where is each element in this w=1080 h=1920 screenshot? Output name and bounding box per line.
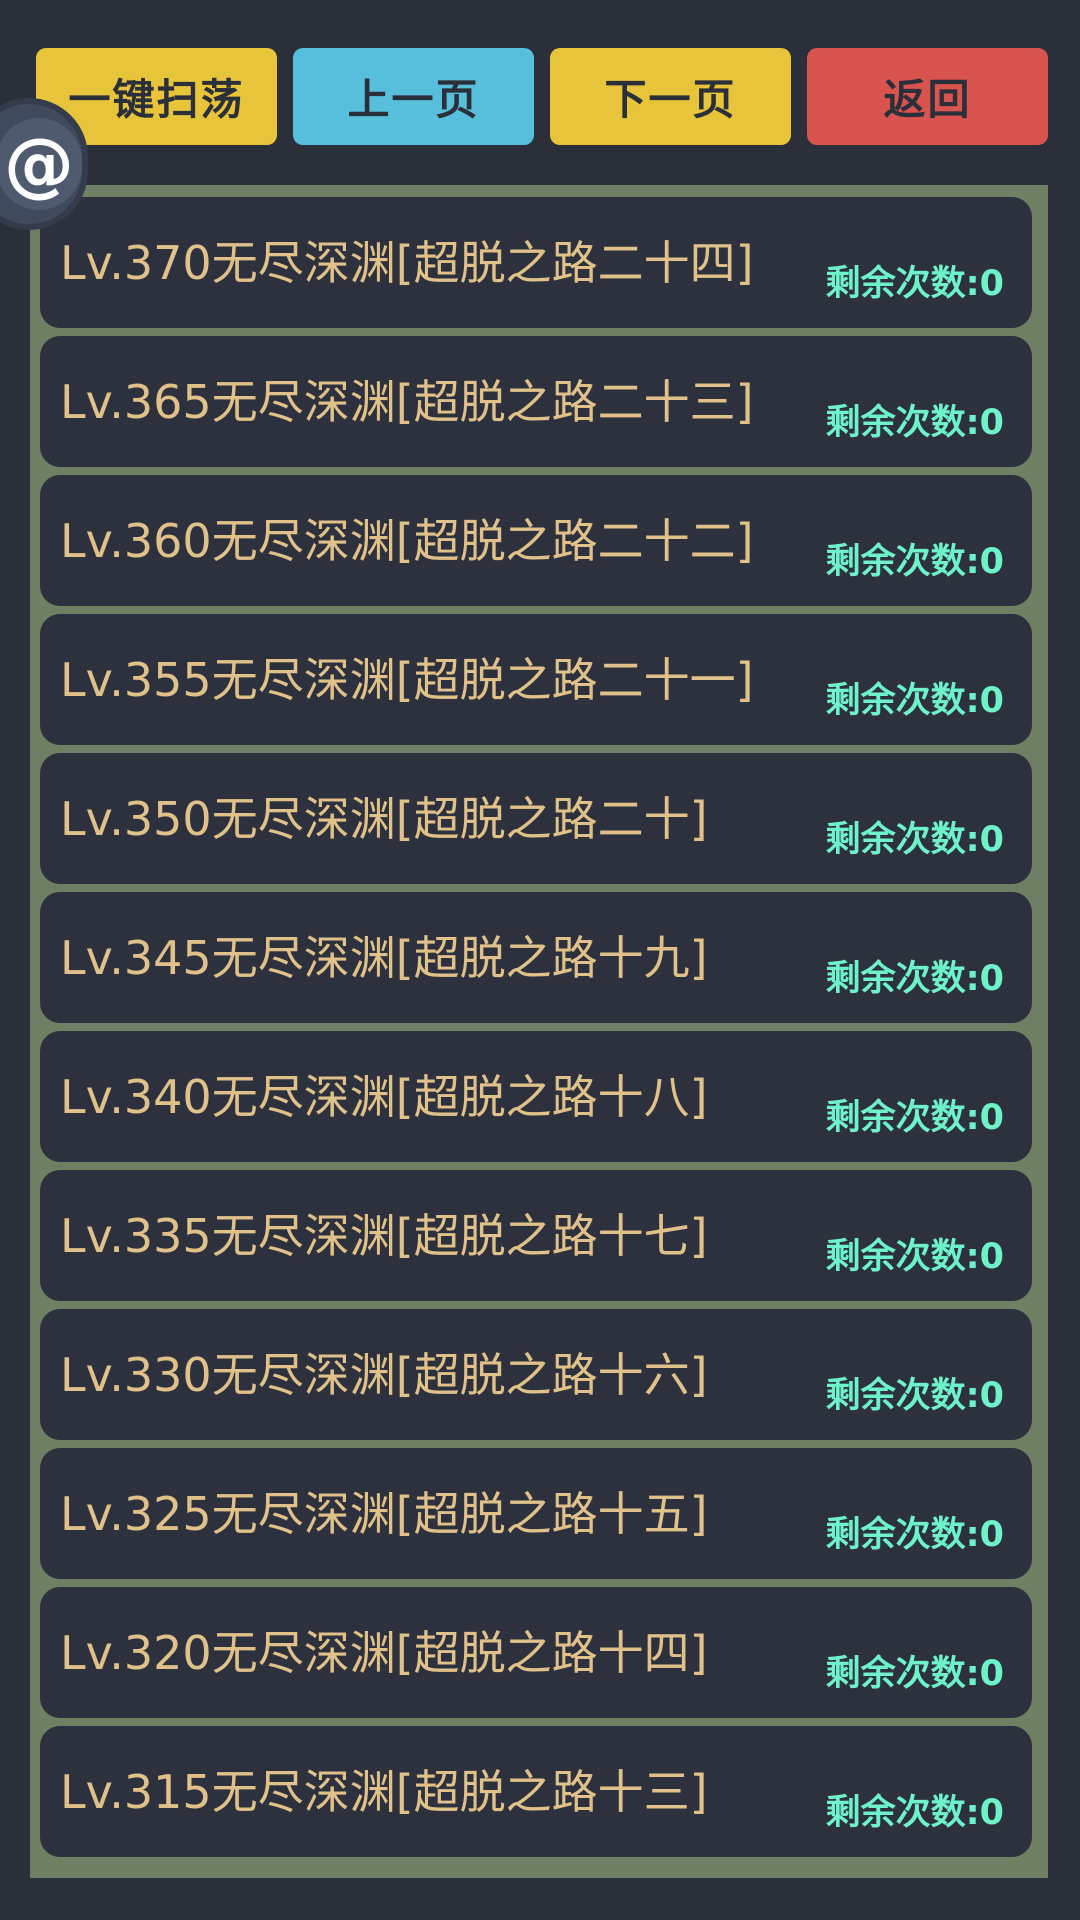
dungeon-title: Lv.360无尽深渊[超脱之路二十二] <box>60 514 754 568</box>
dungeon-row[interactable]: Lv.350无尽深渊[超脱之路二十] 剩余次数:0 <box>40 753 1032 884</box>
dungeon-row[interactable]: Lv.315无尽深渊[超脱之路十三] 剩余次数:0 <box>40 1726 1032 1857</box>
dungeon-title: Lv.335无尽深渊[超脱之路十七] <box>60 1209 708 1263</box>
dungeon-row[interactable]: Lv.365无尽深渊[超脱之路二十三] 剩余次数:0 <box>40 336 1032 467</box>
dungeon-row[interactable]: Lv.345无尽深渊[超脱之路十九] 剩余次数:0 <box>40 892 1032 1023</box>
toolbar: 一键扫荡 上一页 下一页 返回 <box>36 48 1048 145</box>
dungeon-list-frame: Lv.370无尽深渊[超脱之路二十四] 剩余次数:0 Lv.365无尽深渊[超脱… <box>30 185 1048 1878</box>
dungeon-title: Lv.315无尽深渊[超脱之路十三] <box>60 1765 708 1819</box>
remaining-attempts: 剩余次数:0 <box>825 820 1004 860</box>
remaining-attempts: 剩余次数:0 <box>825 1654 1004 1694</box>
dungeon-title: Lv.365无尽深渊[超脱之路二十三] <box>60 375 754 429</box>
dungeon-list-screen: 一键扫荡 上一页 下一页 返回 @ Lv.370无尽深渊[超脱之路二十四] 剩余… <box>0 0 1080 1920</box>
back-button[interactable]: 返回 <box>807 48 1048 145</box>
dungeon-title: Lv.355无尽深渊[超脱之路二十一] <box>60 653 754 707</box>
remaining-attempts: 剩余次数:0 <box>825 681 1004 721</box>
remaining-attempts: 剩余次数:0 <box>825 1515 1004 1555</box>
remaining-attempts: 剩余次数:0 <box>825 1098 1004 1138</box>
dungeon-title: Lv.340无尽深渊[超脱之路十八] <box>60 1070 708 1124</box>
previous-page-button[interactable]: 上一页 <box>293 48 534 145</box>
dungeon-row[interactable]: Lv.360无尽深渊[超脱之路二十二] 剩余次数:0 <box>40 475 1032 606</box>
dungeon-title: Lv.350无尽深渊[超脱之路二十] <box>60 792 708 846</box>
dungeon-title: Lv.370无尽深渊[超脱之路二十四] <box>60 236 754 290</box>
dungeon-row[interactable]: Lv.355无尽深渊[超脱之路二十一] 剩余次数:0 <box>40 614 1032 745</box>
at-icon: @ <box>0 118 82 210</box>
remaining-attempts: 剩余次数:0 <box>825 264 1004 304</box>
remaining-attempts: 剩余次数:0 <box>825 1237 1004 1277</box>
dungeon-title: Lv.325无尽深渊[超脱之路十五] <box>60 1487 708 1541</box>
dungeon-row[interactable]: Lv.370无尽深渊[超脱之路二十四] 剩余次数:0 <box>40 197 1032 328</box>
dungeon-row[interactable]: Lv.335无尽深渊[超脱之路十七] 剩余次数:0 <box>40 1170 1032 1301</box>
dungeon-row[interactable]: Lv.320无尽深渊[超脱之路十四] 剩余次数:0 <box>40 1587 1032 1718</box>
remaining-attempts: 剩余次数:0 <box>825 1793 1004 1833</box>
dungeon-title: Lv.320无尽深渊[超脱之路十四] <box>60 1626 708 1680</box>
remaining-attempts: 剩余次数:0 <box>825 542 1004 582</box>
remaining-attempts: 剩余次数:0 <box>825 1376 1004 1416</box>
dungeon-title: Lv.330无尽深渊[超脱之路十六] <box>60 1348 708 1402</box>
remaining-attempts: 剩余次数:0 <box>825 403 1004 443</box>
dungeon-list: Lv.370无尽深渊[超脱之路二十四] 剩余次数:0 Lv.365无尽深渊[超脱… <box>40 197 1032 1857</box>
dungeon-title: Lv.345无尽深渊[超脱之路十九] <box>60 931 708 985</box>
dungeon-row[interactable]: Lv.340无尽深渊[超脱之路十八] 剩余次数:0 <box>40 1031 1032 1162</box>
next-page-button[interactable]: 下一页 <box>550 48 791 145</box>
remaining-attempts: 剩余次数:0 <box>825 959 1004 999</box>
dungeon-row[interactable]: Lv.325无尽深渊[超脱之路十五] 剩余次数:0 <box>40 1448 1032 1579</box>
dungeon-row[interactable]: Lv.330无尽深渊[超脱之路十六] 剩余次数:0 <box>40 1309 1032 1440</box>
